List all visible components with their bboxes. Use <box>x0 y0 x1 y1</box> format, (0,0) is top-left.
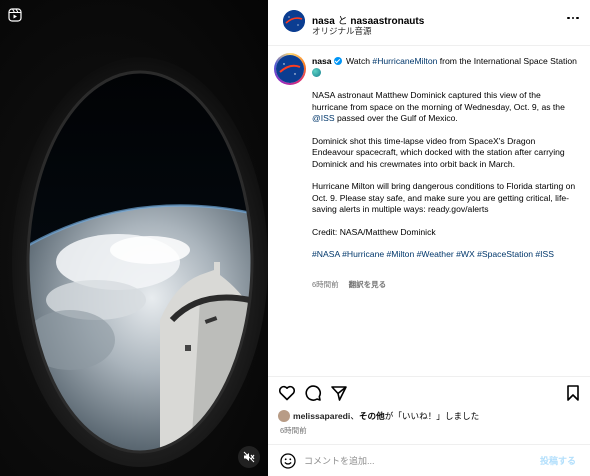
hashtag-list[interactable]: #NASA #Hurricane #Milton #Weather #WX #S… <box>312 249 577 261</box>
more-icon <box>567 16 579 20</box>
mute-button[interactable] <box>238 446 260 468</box>
caption-intro: Watch <box>345 56 371 66</box>
bookmark-icon[interactable] <box>564 384 582 402</box>
author-avatar[interactable] <box>283 10 305 32</box>
post-header: nasa と nasaastronauts オリジナル音源 <box>268 0 590 46</box>
caption-username[interactable]: nasa <box>312 56 332 66</box>
globe-emoji-icon <box>312 67 321 77</box>
emoji-icon[interactable] <box>280 453 296 469</box>
see-translation-button[interactable]: 翻訳を見る <box>349 280 387 289</box>
hashtag-link[interactable]: #HurricaneMilton <box>372 56 437 66</box>
nasa-logo-icon <box>278 57 302 81</box>
caption-paragraph-1-end: passed over the Gulf of Mexico. <box>336 113 458 123</box>
likes-summary: melissaparedi 、 その他 が「いいね！」しました <box>278 409 479 423</box>
comment-icon[interactable] <box>304 384 322 402</box>
heart-icon[interactable] <box>278 384 296 402</box>
comment-bar: 投稿する <box>268 444 590 476</box>
action-bar <box>268 376 590 406</box>
caption-meta: 6時間前 翻訳を見る <box>312 279 386 290</box>
mention-link[interactable]: @ISS <box>312 113 335 123</box>
caption-paragraph-2: Dominick shot this time-lapse video from… <box>312 135 565 169</box>
post-timestamp[interactable]: 6時間前 <box>280 425 307 436</box>
verified-badge-icon <box>333 57 342 65</box>
more-options-button[interactable] <box>564 12 582 24</box>
caption-paragraph-3: Hurricane Milton will bring dangerous co… <box>312 181 576 214</box>
post-caption: nasa Watch #HurricaneMilton from the Int… <box>268 46 590 376</box>
caption-intro-rest: from the International Space Station <box>439 56 577 66</box>
share-icon[interactable] <box>330 384 348 402</box>
iss-window-view <box>12 57 268 467</box>
caption-paragraph-1: NASA astronaut Matthew Dominick captured… <box>312 90 565 112</box>
nasa-logo-icon <box>283 10 305 32</box>
likes-others-link[interactable]: その他 <box>359 410 385 422</box>
liker-username[interactable]: melissaparedi <box>293 411 350 421</box>
post-details-panel: nasa と nasaastronauts オリジナル音源 nasa Watch… <box>268 0 590 476</box>
caption-time: 6時間前 <box>312 280 339 289</box>
likes-separator: 、 <box>350 411 359 421</box>
post-video[interactable] <box>0 0 268 476</box>
liker-avatar[interactable] <box>278 410 290 422</box>
caption-text: nasa Watch #HurricaneMilton from the Int… <box>312 56 577 272</box>
audio-label[interactable]: オリジナル音源 <box>312 25 372 37</box>
comment-input[interactable] <box>304 452 524 470</box>
likes-suffix: が「いいね！」しました <box>384 411 480 421</box>
mute-icon <box>243 451 255 463</box>
caption-credit: Credit: NASA/Matthew Dominick <box>312 226 436 237</box>
post-comment-button[interactable]: 投稿する <box>540 454 576 467</box>
caption-avatar[interactable] <box>276 55 304 83</box>
reels-icon <box>8 8 22 22</box>
